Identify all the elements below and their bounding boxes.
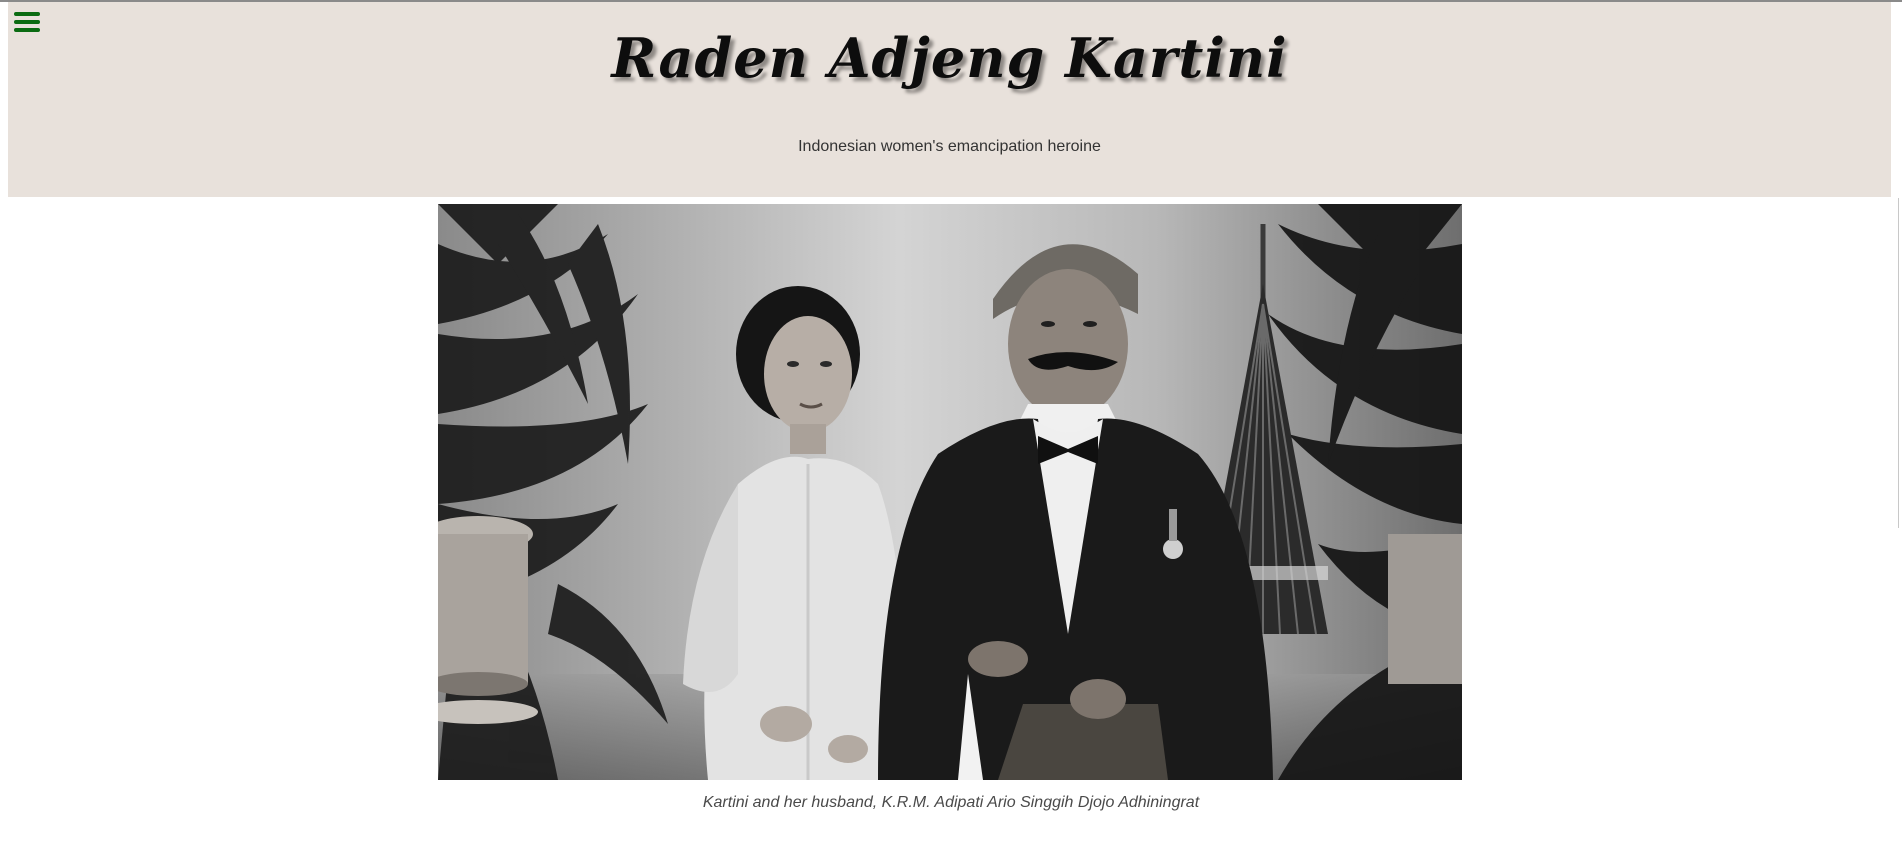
- photo-image: [438, 204, 1462, 780]
- photo-caption: Kartini and her husband, K.R.M. Adipati …: [702, 794, 1200, 811]
- site-header: Raden Adjeng Kartini Indonesian women's …: [8, 2, 1891, 197]
- menu-bar: [14, 12, 40, 16]
- menu-bar: [14, 20, 40, 24]
- site-title: Raden Adjeng Kartini: [611, 26, 1288, 90]
- scrollbar-edge: [1898, 198, 1899, 528]
- hamburger-menu-icon[interactable]: [14, 10, 40, 34]
- portrait-photo: [438, 204, 1462, 780]
- site-subtitle: Indonesian women's emancipation heroine: [798, 138, 1101, 155]
- page: Raden Adjeng Kartini Indonesian women's …: [0, 0, 1902, 846]
- menu-bar: [14, 28, 40, 32]
